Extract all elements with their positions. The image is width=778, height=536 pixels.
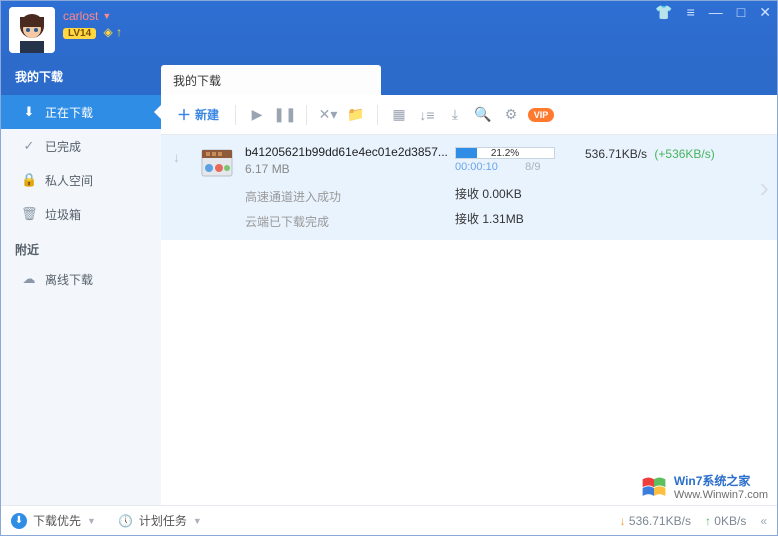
- check-icon: ✓: [21, 138, 37, 154]
- statusbar: ⬇ 下载优先 ▼ 🕔 计划任务 ▼ ↓ 536.71KB/s ↑ 0KB/s «: [1, 505, 777, 535]
- vip-badge[interactable]: VIP: [528, 108, 554, 122]
- download-row[interactable]: ↓ b41205621b99dd61e4ec01e2d3857... 6.17 …: [161, 135, 777, 240]
- sidebar-item-label: 正在下载: [45, 104, 93, 121]
- schedule-label[interactable]: 计划任务: [139, 512, 187, 529]
- tabbar: 我的下载: [161, 59, 777, 95]
- folder-button[interactable]: 📁: [345, 104, 367, 126]
- minimize-button[interactable]: —: [709, 5, 723, 19]
- expand-icon[interactable]: «: [760, 514, 767, 528]
- app-window: carlost ▼ LV14 ◈ ↑ 👕 ≡ — □ ✕ 我的下载 ⬇ 正在下载 …: [0, 0, 778, 536]
- file-icon: [199, 145, 235, 181]
- sidebar-item-completed[interactable]: ✓ 已完成: [1, 129, 161, 163]
- progress-percent: 21.2%: [456, 148, 554, 160]
- main: 我的下载 ＋新建 ▶ ❚❚ ✕▾ 📁 ▦ ↓≡ ⤓ 🔍 ⚙ VIP ↓: [161, 59, 777, 505]
- rx-line-1: 接收 0.00KB: [455, 185, 585, 202]
- sidebar-item-downloading[interactable]: ⬇ 正在下载: [1, 95, 161, 129]
- statusbar-right: ↓ 536.71KB/s ↑ 0KB/s «: [620, 514, 767, 528]
- sidebar-item-label: 已完成: [45, 138, 81, 155]
- sidebar: 我的下载 ⬇ 正在下载 ✓ 已完成 🔒 私人空间 🗑 垃圾箱 附近 ☁ 离线下载: [1, 59, 161, 505]
- file-status-1: 高速通道进入成功: [245, 188, 455, 205]
- separator: [377, 105, 378, 125]
- sidebar-item-trash[interactable]: 🗑 垃圾箱: [1, 197, 161, 231]
- sidebar-item-label: 离线下载: [45, 271, 93, 288]
- avatar[interactable]: [9, 7, 55, 53]
- separator: [235, 105, 236, 125]
- tab-label: 我的下载: [173, 72, 221, 89]
- sidebar-sub-header: 附近: [1, 231, 161, 262]
- trash-icon: 🗑: [21, 206, 37, 222]
- statusbar-left: ⬇ 下载优先 ▼ 🕔 计划任务 ▼: [11, 512, 202, 529]
- file-status-2: 云端已下载完成: [245, 213, 455, 230]
- shirt-icon[interactable]: 👕: [655, 5, 672, 19]
- window-controls: 👕 ≡ — □ ✕: [655, 5, 771, 19]
- maximize-button[interactable]: □: [737, 5, 745, 19]
- cloud-icon: ☁: [21, 271, 37, 287]
- rx-val: 0.00KB: [482, 187, 521, 201]
- sidebar-item-label: 私人空间: [45, 172, 93, 189]
- username-text: carlost: [63, 9, 98, 23]
- fraction: 8/9: [525, 161, 540, 173]
- up-speed-value: 0KB/s: [714, 514, 746, 528]
- sidebar-header: 我的下载: [1, 59, 161, 95]
- speed-block: 536.71KB/s (+536KB/s): [585, 145, 765, 161]
- chevron-down-icon: ▼: [102, 11, 111, 21]
- gear-icon[interactable]: ⚙: [500, 104, 522, 126]
- menu-icon[interactable]: ≡: [687, 5, 695, 19]
- level-badge: LV14: [63, 28, 96, 39]
- speed-value: 536.71KB/s: [585, 147, 647, 161]
- lock-icon: 🔒: [21, 172, 37, 188]
- delete-button[interactable]: ✕▾: [317, 104, 339, 126]
- download-icon: ⬇: [21, 104, 37, 120]
- rx-label: 接收: [455, 187, 479, 201]
- priority-label[interactable]: 下载优先: [33, 512, 81, 529]
- chevron-right-icon[interactable]: ›: [760, 172, 769, 204]
- coin-icon: ◈ ↑: [104, 25, 123, 39]
- clock-icon[interactable]: 🕔: [118, 514, 133, 528]
- user-block: carlost ▼ LV14 ◈ ↑: [63, 9, 122, 39]
- tab-downloads[interactable]: 我的下载: [161, 65, 381, 95]
- elapsed-time: 00:00:10: [455, 161, 498, 173]
- body: 我的下载 ⬇ 正在下载 ✓ 已完成 🔒 私人空间 🗑 垃圾箱 附近 ☁ 离线下载: [1, 59, 777, 505]
- sidebar-item-offline[interactable]: ☁ 离线下载: [1, 262, 161, 296]
- up-speed: ↑ 0KB/s: [705, 514, 746, 528]
- new-button[interactable]: ＋新建: [171, 101, 225, 129]
- grid-icon[interactable]: ▦: [388, 104, 410, 126]
- down-speed: ↓ 536.71KB/s: [620, 514, 691, 528]
- rx-line-2: 接收 1.31MB: [455, 210, 585, 227]
- chevron-down-icon: ▼: [193, 516, 202, 526]
- pause-button[interactable]: ❚❚: [274, 104, 296, 126]
- sort-icon[interactable]: ↓≡: [416, 104, 438, 126]
- separator: [306, 105, 307, 125]
- close-button[interactable]: ✕: [759, 5, 771, 19]
- progress-bar: 21.2%: [455, 147, 555, 159]
- progress-block: 21.2% 00:00:10 8/9 接收 0.00KB 接收 1.31MB: [455, 145, 585, 227]
- progress-meta: 00:00:10 8/9: [455, 159, 585, 173]
- new-label: 新建: [195, 106, 219, 123]
- sidebar-item-label: 垃圾箱: [45, 206, 81, 223]
- download-list: ↓ b41205621b99dd61e4ec01e2d3857... 6.17 …: [161, 135, 777, 505]
- arrow-down-icon: ↓: [173, 145, 189, 165]
- titlebar: carlost ▼ LV14 ◈ ↑ 👕 ≡ — □ ✕: [1, 1, 777, 59]
- down-speed-value: 536.71KB/s: [629, 514, 691, 528]
- file-size: 6.17 MB: [245, 162, 455, 176]
- username[interactable]: carlost ▼: [63, 9, 122, 23]
- speed-boost: (+536KB/s): [654, 147, 714, 161]
- rx-val: 1.31MB: [482, 212, 523, 226]
- up-arrow-icon: ↑: [705, 514, 711, 528]
- down-arrow-icon: ↓: [620, 514, 626, 528]
- sidebar-item-private[interactable]: 🔒 私人空间: [1, 163, 161, 197]
- toolbar: ＋新建 ▶ ❚❚ ✕▾ 📁 ▦ ↓≡ ⤓ 🔍 ⚙ VIP: [161, 95, 777, 135]
- file-name: b41205621b99dd61e4ec01e2d3857...: [245, 145, 455, 159]
- chevron-down-icon: ▼: [87, 516, 96, 526]
- file-info: b41205621b99dd61e4ec01e2d3857... 6.17 MB…: [245, 145, 455, 230]
- import-icon[interactable]: ⤓: [444, 104, 466, 126]
- user-badges: LV14 ◈ ↑: [63, 25, 122, 39]
- rx-label: 接收: [455, 212, 479, 226]
- priority-icon[interactable]: ⬇: [11, 513, 27, 529]
- plus-icon: ＋: [177, 105, 191, 125]
- play-button[interactable]: ▶: [246, 104, 268, 126]
- search-icon[interactable]: 🔍: [472, 104, 494, 126]
